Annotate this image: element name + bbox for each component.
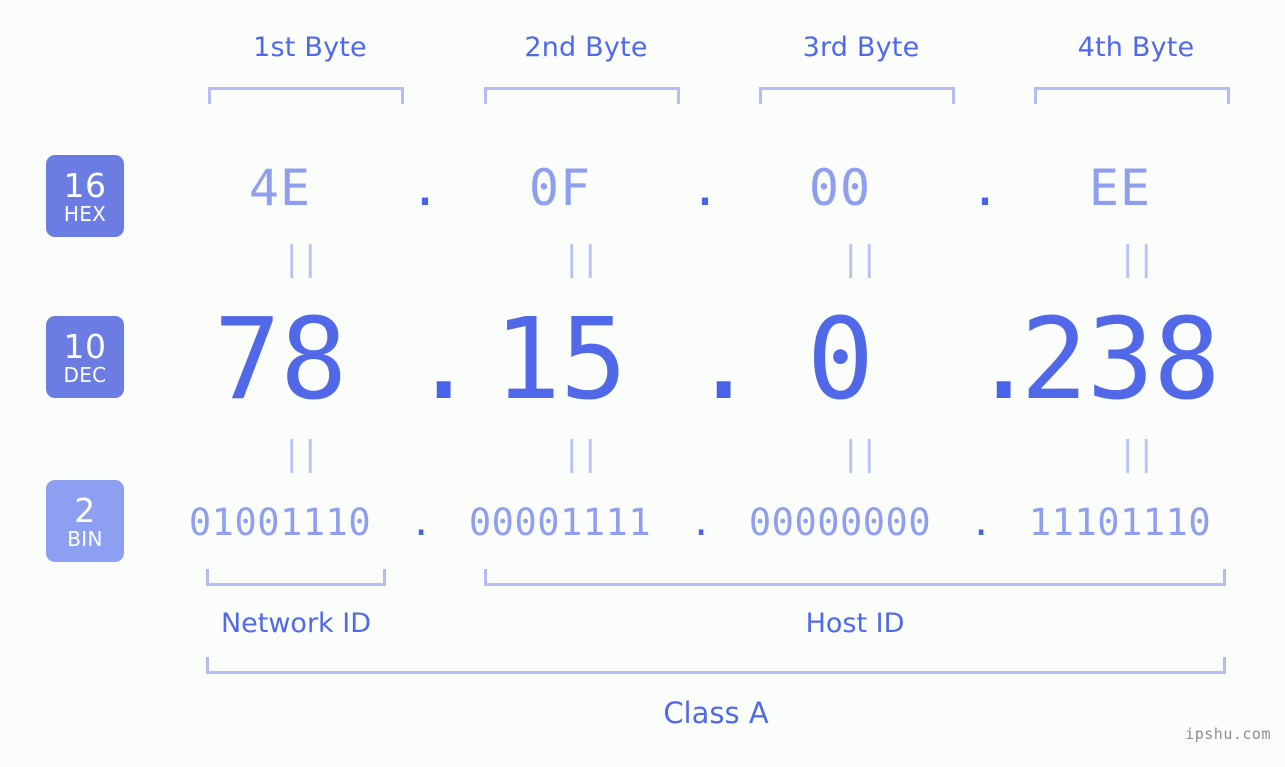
base-badge-dec-number: 10: [63, 326, 107, 366]
dec-byte-4: 238: [1020, 295, 1220, 425]
byte-bracket-1: [208, 87, 404, 104]
equals-mark-hex-dec-3: ||: [840, 239, 880, 279]
site-watermark: ipshu.com: [1185, 725, 1271, 743]
byte-header-1: 1st Byte: [253, 32, 367, 63]
dec-byte-2: 15: [493, 295, 628, 425]
bin-separator-2: .: [690, 500, 713, 544]
host-id-bracket: [484, 569, 1226, 586]
dec-byte-3: 0: [806, 295, 874, 425]
base-badge-bin-name: BIN: [67, 526, 103, 551]
bin-byte-2: 00001111: [468, 500, 652, 544]
bin-byte-3: 00000000: [748, 500, 932, 544]
byte-header-2: 2nd Byte: [524, 32, 648, 63]
class-label: Class A: [663, 696, 769, 730]
ip-address-breakdown-diagram: 1st Byte 2nd Byte 3rd Byte 4th Byte 16 H…: [0, 0, 1285, 767]
class-bracket: [206, 657, 1226, 674]
bin-value-row: 01001110 . 00001111 . 00000000 . 1110111…: [150, 492, 1270, 552]
dec-value-row: 78 . 15 . 0 . 238: [150, 290, 1270, 430]
byte-bracket-4: [1034, 87, 1230, 104]
base-badge-dec: 10 DEC: [46, 316, 124, 398]
equals-mark-hex-dec-2: ||: [561, 239, 601, 279]
dec-byte-1: 78: [213, 295, 348, 425]
host-id-label: Host ID: [805, 608, 905, 639]
dec-separator-1: .: [410, 295, 478, 425]
hex-byte-4: EE: [1088, 159, 1152, 217]
bin-separator-1: .: [410, 500, 433, 544]
byte-bracket-3: [759, 87, 955, 104]
hex-separator-1: .: [410, 159, 441, 217]
hex-separator-3: .: [970, 159, 1001, 217]
base-badge-hex: 16 HEX: [46, 155, 124, 237]
hex-byte-3: 00: [808, 159, 872, 217]
dec-separator-2: .: [690, 295, 758, 425]
equals-mark-hex-dec-1: ||: [281, 239, 321, 279]
equals-mark-hex-dec-4: ||: [1117, 239, 1157, 279]
bin-byte-4: 11101110: [1028, 500, 1212, 544]
bin-separator-3: .: [970, 500, 993, 544]
dec-separator-3: .: [970, 295, 1038, 425]
network-id-label: Network ID: [220, 608, 372, 639]
equals-mark-dec-bin-3: ||: [840, 434, 880, 474]
equals-mark-dec-bin-2: ||: [561, 434, 601, 474]
bin-byte-1: 01001110: [188, 500, 372, 544]
equals-mark-dec-bin-4: ||: [1117, 434, 1157, 474]
network-id-bracket: [206, 569, 386, 586]
byte-bracket-2: [484, 87, 680, 104]
byte-header-3: 3rd Byte: [802, 32, 920, 63]
base-badge-dec-name: DEC: [63, 362, 107, 387]
base-badge-bin-number: 2: [74, 490, 96, 530]
hex-separator-2: .: [690, 159, 721, 217]
hex-byte-1: 4E: [248, 159, 312, 217]
hex-value-row: 4E . 0F . 00 . EE: [150, 152, 1270, 224]
base-badge-hex-name: HEX: [63, 201, 107, 226]
equals-mark-dec-bin-1: ||: [281, 434, 321, 474]
base-badge-bin: 2 BIN: [46, 480, 124, 562]
hex-byte-2: 0F: [528, 159, 592, 217]
byte-header-4: 4th Byte: [1077, 32, 1195, 63]
base-badge-hex-number: 16: [63, 165, 107, 205]
